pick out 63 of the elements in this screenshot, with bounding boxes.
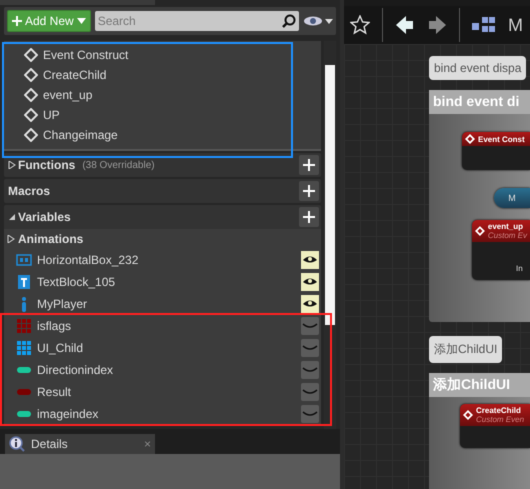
- diamond-icon: [24, 128, 38, 142]
- node-subtitle: Custom Even: [476, 415, 524, 424]
- section-header[interactable]: Macros: [4, 179, 321, 203]
- details-tab[interactable]: Details ×: [5, 434, 155, 454]
- event-node[interactable]: CreateChild Custom Even: [460, 404, 530, 448]
- category-label[interactable]: Animations: [18, 232, 84, 246]
- node-subtitle: Custom Ev: [488, 231, 527, 240]
- collapsed-arrow-icon[interactable]: [7, 235, 15, 243]
- scrollbar-thumb[interactable]: [325, 65, 335, 325]
- event-item[interactable]: Event Construct: [43, 48, 128, 62]
- add-icon[interactable]: [299, 207, 319, 227]
- eye-menu-icon[interactable]: [303, 15, 333, 27]
- hierarchy-icon[interactable]: [472, 16, 496, 34]
- diamond-icon: [24, 48, 38, 62]
- node-title: event_up: [488, 222, 524, 231]
- comment-bubble: 添加ChildUI: [429, 336, 502, 363]
- section-header[interactable]: Variables: [4, 205, 321, 229]
- diamond-icon: [463, 410, 473, 420]
- closed-eye-icon[interactable]: [301, 405, 319, 423]
- tab-label: Details: [31, 437, 69, 451]
- eye-icon[interactable]: [301, 295, 319, 313]
- node-title: CreateChild: [476, 406, 522, 415]
- star-icon[interactable]: [350, 15, 370, 35]
- event-item[interactable]: event_up: [43, 88, 92, 102]
- eye-icon[interactable]: [301, 273, 319, 291]
- collapsed-arrow-icon[interactable]: [8, 161, 16, 169]
- section-header[interactable]: Functions (38 Overridable): [4, 153, 321, 177]
- section-title: Macros: [8, 184, 50, 198]
- node-title: M: [508, 193, 516, 203]
- diamond-icon: [24, 88, 38, 102]
- closed-eye-icon[interactable]: [301, 339, 319, 357]
- function-node[interactable]: M: [494, 188, 530, 208]
- event-node[interactable]: event_up Custom Ev In: [472, 220, 530, 280]
- section-title: Functions: [18, 158, 76, 172]
- event-item[interactable]: Changeimage: [43, 128, 118, 142]
- eye-icon[interactable]: [301, 251, 319, 269]
- event-node[interactable]: Event Const: [462, 132, 530, 170]
- search-field[interactable]: Search: [94, 11, 299, 31]
- section-title: Variables: [18, 210, 71, 224]
- diamond-icon: [465, 134, 475, 144]
- node-title: Event Const: [478, 134, 525, 144]
- plus-icon: [12, 16, 22, 26]
- diamond-icon: [24, 68, 38, 82]
- comment-title: bind event di: [429, 90, 530, 114]
- diamond-icon: [475, 226, 485, 236]
- add-icon[interactable]: [299, 181, 319, 201]
- event-item[interactable]: CreateChild: [43, 68, 106, 82]
- back-arrow-icon[interactable]: [395, 15, 415, 35]
- pin-label: In: [516, 264, 523, 273]
- caret-icon: [76, 18, 86, 24]
- closed-eye-icon[interactable]: [301, 361, 319, 379]
- comment-bubble: bind event dispa: [429, 56, 526, 80]
- event-item[interactable]: UP: [43, 108, 60, 122]
- graph-title: M: [508, 14, 523, 36]
- comment-title: 添加ChildUI: [429, 373, 530, 397]
- section-note: (38 Overridable): [82, 160, 155, 170]
- forward-arrow-icon[interactable]: [427, 15, 447, 35]
- diamond-icon: [24, 108, 38, 122]
- search-icon: [282, 14, 296, 28]
- expanded-arrow-icon[interactable]: [8, 213, 16, 221]
- info-magnifier-icon: [9, 436, 25, 452]
- closed-eye-icon[interactable]: [301, 383, 319, 401]
- add-icon[interactable]: [299, 155, 319, 175]
